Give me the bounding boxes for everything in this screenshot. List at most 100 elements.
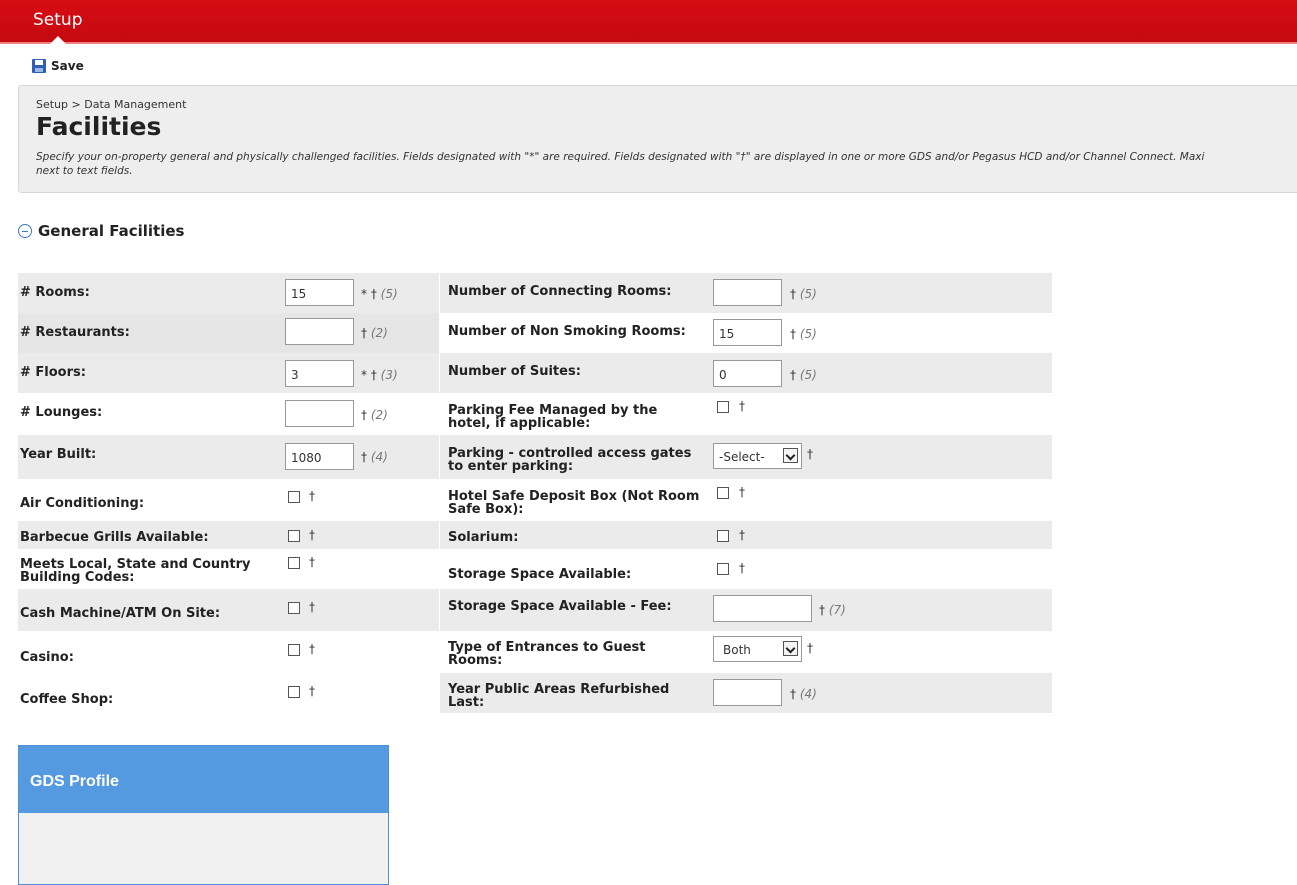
label-line-2: Last: [448, 695, 485, 710]
storage-fee-input[interactable] [713, 595, 812, 622]
building-codes-label: Meets Local, State and Country Building … [20, 558, 251, 584]
required-marker: † [309, 684, 315, 698]
page-description: Specify your on-property general and phy… [36, 150, 1297, 178]
barbecue-checkbox[interactable] [288, 530, 300, 542]
gds-profile-title[interactable]: GDS Profile [19, 746, 388, 813]
year-built-input[interactable]: 1080 [285, 443, 354, 470]
atm-checkbox[interactable] [288, 602, 300, 614]
safe-deposit-label: Hotel Safe Deposit Box (Not Room Safe Bo… [448, 490, 699, 516]
restaurants-label: # Restaurants: [20, 325, 130, 340]
coffee-shop-label: Coffee Shop: [20, 692, 114, 707]
max-length: (2) [370, 326, 388, 340]
required-marker: † [309, 489, 315, 503]
required-marker: † [361, 450, 367, 464]
required-marker: † [790, 287, 796, 301]
required-marker: † [739, 485, 745, 499]
non-smoking-rooms-input[interactable]: 15 [713, 319, 782, 346]
parking-fee-checkbox[interactable] [717, 401, 729, 413]
safe-deposit-checkbox[interactable] [717, 487, 729, 499]
max-length: (3) [380, 368, 398, 382]
required-marker: † [790, 327, 796, 341]
collapse-icon [18, 224, 32, 238]
label-line-2: to enter parking: [448, 459, 574, 474]
restaurants-markers: † (2) [361, 326, 388, 340]
casino-checkbox[interactable] [288, 644, 300, 656]
form-row [440, 521, 1052, 549]
selected-value: -Select- [719, 450, 765, 464]
required-marker: † [309, 600, 315, 614]
top-bar: Setup [0, 0, 1297, 44]
storage-fee-label: Storage Space Available - Fee: [448, 599, 672, 614]
atm-label: Cash Machine/ATM On Site: [20, 606, 221, 621]
chevron-down-icon [783, 641, 798, 656]
max-length: (4) [799, 687, 817, 701]
storage-checkbox[interactable] [717, 563, 729, 575]
required-marker: † [790, 368, 796, 382]
connecting-rooms-label: Number of Connecting Rooms: [448, 284, 672, 299]
label-line-2: Rooms: [448, 653, 503, 668]
required-marker: † [361, 408, 367, 422]
required-marker: † [739, 561, 745, 575]
required-marker: * † [361, 368, 377, 382]
non-smoking-rooms-markers: † (5) [790, 327, 817, 341]
required-marker: † [309, 642, 315, 656]
required-marker: † [807, 641, 813, 655]
required-marker: * † [361, 287, 377, 301]
entrances-select[interactable]: Both [713, 636, 802, 662]
parking-fee-label: Parking Fee Managed by the hotel, if app… [448, 404, 657, 430]
rooms-label: # Rooms: [20, 285, 90, 300]
storage-label: Storage Space Available: [448, 567, 632, 582]
refurbished-label: Year Public Areas Refurbished Last: [448, 683, 669, 709]
refurbished-input[interactable] [713, 679, 782, 706]
lounges-input[interactable] [285, 400, 354, 427]
rooms-markers: * † (5) [361, 287, 398, 301]
year-built-label: Year Built: [20, 447, 97, 462]
section-title: General Facilities [38, 222, 185, 240]
building-codes-checkbox[interactable] [288, 557, 300, 569]
year-built-markers: † (4) [361, 450, 388, 464]
max-length: (5) [380, 287, 398, 301]
required-marker: † [790, 687, 796, 701]
required-marker: † [739, 528, 745, 542]
max-length: (4) [370, 450, 388, 464]
suites-input[interactable]: 0 [713, 360, 782, 387]
form-row [18, 631, 439, 673]
max-length: (2) [370, 408, 388, 422]
required-marker: † [819, 603, 825, 617]
required-marker: † [807, 447, 813, 461]
parking-gates-select[interactable]: -Select- [713, 443, 802, 469]
description-line-1: Specify your on-property general and phy… [36, 151, 1205, 163]
gds-profile-panel: GDS Profile [18, 745, 389, 885]
label-line-2: hotel, if applicable: [448, 416, 591, 431]
solarium-label: Solarium: [448, 530, 519, 545]
app-title[interactable]: Setup [33, 10, 82, 30]
coffee-shop-checkbox[interactable] [288, 686, 300, 698]
connecting-rooms-input[interactable] [713, 279, 782, 306]
lounges-label: # Lounges: [20, 405, 103, 420]
floors-input[interactable]: 3 [285, 360, 354, 387]
active-tab-notch [50, 36, 66, 44]
entrances-label: Type of Entrances to Guest Rooms: [448, 641, 646, 667]
air-conditioning-checkbox[interactable] [288, 491, 300, 503]
max-length: (5) [799, 287, 817, 301]
selected-value: Both [723, 643, 751, 657]
parking-gates-label: Parking - controlled access gates to ent… [448, 447, 691, 473]
description-line-2: next to text fields. [36, 165, 133, 177]
required-marker: † [361, 326, 367, 340]
page-title: Facilities [36, 112, 162, 141]
floppy-disk-icon [32, 59, 46, 73]
max-length: (5) [799, 368, 817, 382]
suites-markers: † (5) [790, 368, 817, 382]
label-line-2: Building Codes: [20, 570, 135, 585]
storage-fee-markers: † (7) [819, 603, 846, 617]
rooms-input[interactable]: 15 [285, 279, 354, 306]
save-button[interactable]: Save [32, 56, 84, 76]
restaurants-input[interactable] [285, 318, 354, 345]
solarium-checkbox[interactable] [717, 530, 729, 542]
air-conditioning-label: Air Conditioning: [20, 496, 145, 511]
floors-label: # Floors: [20, 365, 86, 380]
non-smoking-rooms-label: Number of Non Smoking Rooms: [448, 324, 686, 339]
breadcrumb: Setup > Data Management [36, 98, 187, 111]
section-toggle-general-facilities[interactable]: General Facilities [18, 222, 184, 240]
casino-label: Casino: [20, 650, 74, 665]
